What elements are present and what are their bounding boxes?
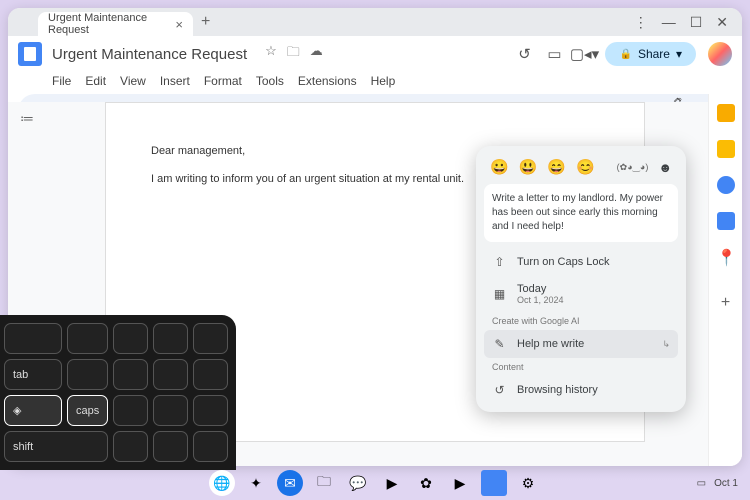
key-blank[interactable]	[193, 323, 228, 354]
tab-title: Urgent Maintenance Request	[48, 12, 175, 36]
emoji-more-icon[interactable]: ☻	[658, 160, 672, 175]
more-icon[interactable]: ⋮	[634, 14, 648, 31]
messages-icon[interactable]: 💬	[345, 470, 371, 496]
caps-icon: ⇧	[492, 255, 507, 269]
key-blank[interactable]	[4, 323, 62, 354]
menu-edit[interactable]: Edit	[85, 74, 106, 88]
doc-titlebar: Urgent Maintenance Request ☆ 🗀 ☁ ↺ ▭ ▢◂▾…	[8, 36, 742, 72]
key-blank[interactable]	[153, 395, 188, 426]
key-blank[interactable]	[193, 431, 228, 462]
ai-section-header: Create with Google AI	[484, 312, 678, 330]
calendar-icon[interactable]	[717, 104, 735, 122]
menu-file[interactable]: File	[52, 74, 71, 88]
close-window-icon[interactable]: ✕	[716, 14, 728, 31]
menubar: File Edit View Insert Format Tools Exten…	[8, 72, 742, 94]
comments-icon[interactable]: ▭	[545, 45, 563, 63]
notification-icon: ▭	[697, 478, 706, 489]
emoji-grin[interactable]: 😀	[490, 158, 509, 176]
quick-insert-popup: 😀 😃 😄 😊 (✿◕‿◕) ☻ Write a letter to my la…	[476, 146, 686, 412]
key-blank[interactable]	[113, 431, 148, 462]
key-caps[interactable]: caps	[67, 395, 108, 426]
menu-view[interactable]: View	[120, 74, 146, 88]
key-blank[interactable]	[113, 359, 148, 390]
cloud-icon[interactable]: ☁	[310, 43, 323, 65]
key-blank[interactable]	[67, 323, 108, 354]
key-blank[interactable]	[153, 431, 188, 462]
avatar[interactable]	[708, 42, 732, 66]
files-icon[interactable]: 🗀	[311, 470, 337, 496]
star-icon[interactable]: ☆	[265, 43, 277, 65]
chrome-icon[interactable]: 🌐	[209, 470, 235, 496]
prompt-text[interactable]: Write a letter to my landlord. My power …	[484, 184, 678, 242]
play-icon[interactable]: ▶	[379, 470, 405, 496]
new-tab-button[interactable]: +	[201, 13, 210, 31]
help-me-write-item[interactable]: ✎ Help me write ↳	[484, 330, 678, 358]
meet-icon[interactable]: ▢◂▾	[575, 45, 593, 63]
today-item[interactable]: ▦ Today Oct 1, 2024	[484, 276, 678, 312]
browsing-history-item[interactable]: ↺ Browsing history	[484, 376, 678, 404]
docs-logo-icon[interactable]	[18, 42, 42, 66]
photos-icon[interactable]: ✿	[413, 470, 439, 496]
key-blank[interactable]	[193, 359, 228, 390]
youtube-icon[interactable]: ▶	[447, 470, 473, 496]
contacts-icon[interactable]	[717, 212, 735, 230]
browser-tabbar: Urgent Maintenance Request × + ⋮ — ☐ ✕	[8, 8, 742, 36]
keep-icon[interactable]	[717, 140, 735, 158]
close-tab-icon[interactable]: ×	[175, 17, 183, 32]
maximize-icon[interactable]: ☐	[690, 14, 703, 31]
onscreen-keyboard: tab ◈ caps shift	[0, 315, 236, 470]
submenu-icon: ↳	[662, 339, 670, 350]
gemini-icon[interactable]: ✦	[243, 470, 269, 496]
add-addon-button[interactable]: +	[721, 294, 730, 312]
emoji-blush[interactable]: 😊	[576, 158, 595, 176]
emoji-row: 😀 😃 😄 😊 (✿◕‿◕) ☻	[484, 154, 678, 184]
emoji-smile[interactable]: 😃	[519, 158, 538, 176]
history-small-icon: ↺	[492, 383, 507, 397]
caps-lock-item[interactable]: ⇧ Turn on Caps Lock	[484, 248, 678, 276]
side-panel: 📍 +	[708, 94, 742, 466]
calendar-small-icon: ▦	[492, 287, 507, 301]
settings-icon[interactable]: ⚙	[515, 470, 541, 496]
share-button[interactable]: Share▾	[605, 42, 696, 66]
pencil-icon: ✎	[492, 337, 507, 351]
key-blank[interactable]	[153, 359, 188, 390]
key-blank[interactable]	[113, 323, 148, 354]
doc-title[interactable]: Urgent Maintenance Request	[52, 46, 247, 63]
content-section-header: Content	[484, 358, 678, 376]
key-tab[interactable]: tab	[4, 359, 62, 390]
key-launcher[interactable]: ◈	[4, 395, 62, 426]
tasks-icon[interactable]	[717, 176, 735, 194]
kaomoji[interactable]: (✿◕‿◕)	[617, 162, 649, 173]
key-blank[interactable]	[193, 395, 228, 426]
docs-shelf-icon[interactable]	[481, 470, 507, 496]
menu-help[interactable]: Help	[371, 74, 396, 88]
menu-tools[interactable]: Tools	[256, 74, 284, 88]
menu-extensions[interactable]: Extensions	[298, 74, 357, 88]
history-icon[interactable]: ↺	[515, 45, 533, 63]
outline-icon[interactable]: ≔	[20, 110, 34, 127]
menu-format[interactable]: Format	[204, 74, 242, 88]
key-blank[interactable]	[113, 395, 148, 426]
status-tray[interactable]: ▭ Oct 1	[697, 478, 738, 489]
maps-icon[interactable]: 📍	[717, 248, 735, 266]
gmail-icon[interactable]: ✉	[277, 470, 303, 496]
emoji-beam[interactable]: 😄	[547, 158, 566, 176]
move-icon[interactable]: 🗀	[287, 43, 300, 65]
browser-tab[interactable]: Urgent Maintenance Request ×	[38, 12, 193, 36]
key-blank[interactable]	[67, 359, 108, 390]
clock: Oct 1	[714, 478, 738, 489]
key-blank[interactable]	[153, 323, 188, 354]
minimize-icon[interactable]: —	[662, 14, 676, 31]
key-shift[interactable]: shift	[4, 431, 108, 462]
menu-insert[interactable]: Insert	[160, 74, 190, 88]
shelf: 🌐 ✦ ✉ 🗀 💬 ▶ ✿ ▶ ⚙ ▭ Oct 1	[0, 466, 750, 500]
